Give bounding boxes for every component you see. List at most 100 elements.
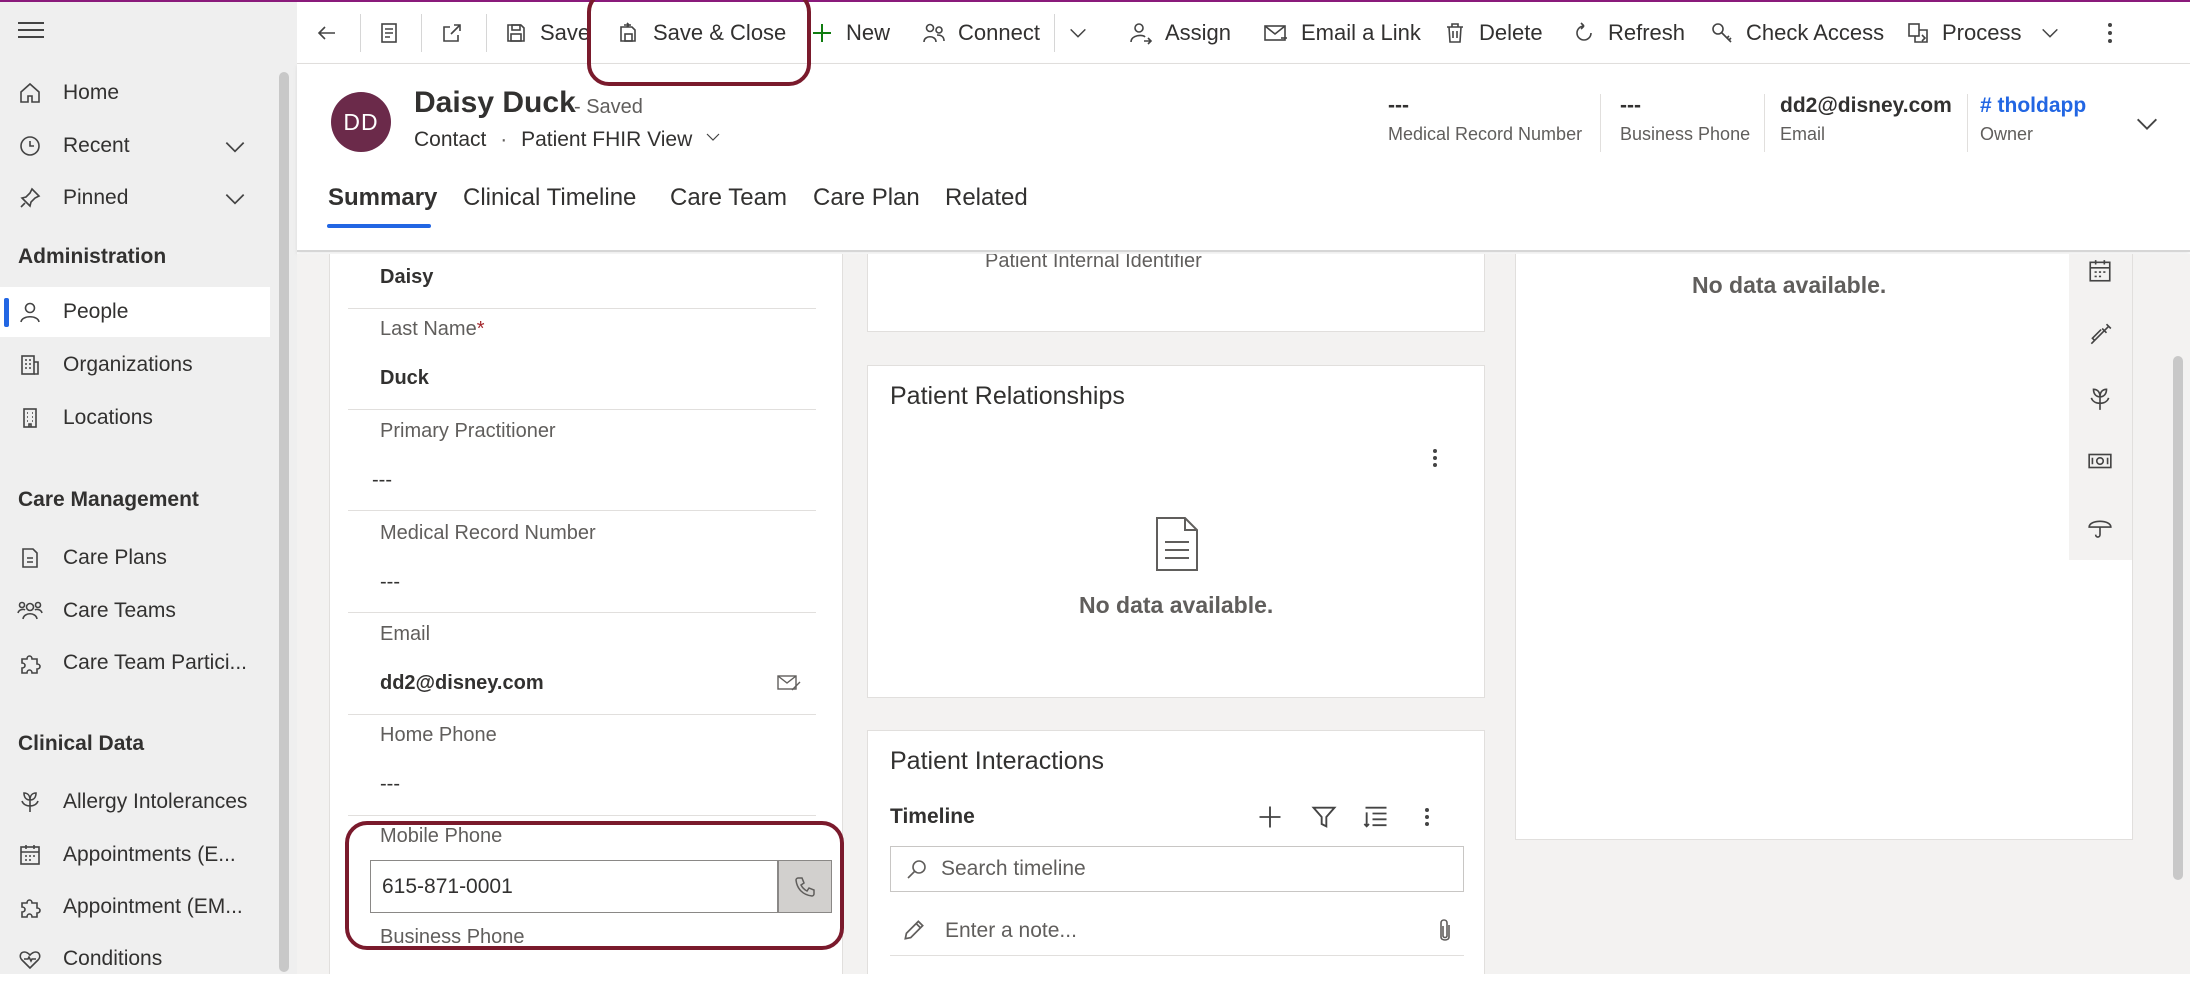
last-name-label: Last Name* (380, 318, 485, 340)
back-button[interactable] (315, 2, 351, 64)
form-selector[interactable]: Patient FHIR View (521, 128, 722, 151)
sidebar-item-care-plans[interactable]: Care Plans (0, 533, 270, 583)
connect-dropdown-button[interactable] (1067, 2, 1101, 64)
sidebar-item-people[interactable]: People (0, 287, 270, 337)
building-icon (16, 404, 44, 432)
umbrella-icon[interactable] (2087, 514, 2113, 545)
assign-button[interactable]: Assign (1129, 2, 1231, 64)
last-name-value[interactable]: Duck (380, 367, 429, 390)
delete-label: Delete (1479, 20, 1543, 45)
sidebar-item-conditions[interactable]: Conditions (0, 934, 270, 984)
hamburger-menu-icon[interactable] (18, 22, 44, 42)
email-icon (1264, 25, 1287, 41)
sidebar-item-care-teams[interactable]: Care Teams (0, 586, 270, 636)
save-status: - Saved (574, 96, 643, 118)
tab-related[interactable]: Related (945, 184, 1028, 212)
money-icon[interactable] (2087, 448, 2113, 479)
right-panel-empty-text: No data available. (1692, 272, 1887, 298)
sidebar-item-label: Home (63, 81, 120, 104)
calendar-icon[interactable] (2087, 258, 2113, 289)
timeline-more-icon[interactable] (1420, 805, 1434, 834)
expand-header-button[interactable] (2133, 110, 2161, 143)
filter-button[interactable] (1310, 803, 1338, 836)
sidebar-item-organizations[interactable]: Organizations (0, 340, 270, 390)
note-input[interactable]: Enter a note... (945, 919, 1077, 943)
sidebar-item-label: People (63, 300, 129, 323)
process-button[interactable]: Process (1906, 2, 2073, 64)
tab-care-team[interactable]: Care Team (670, 184, 787, 212)
sidebar-scrollbar[interactable] (279, 72, 289, 972)
check-access-button[interactable]: Check Access (1710, 2, 1884, 64)
sidebar: Home Recent Pinned Administration People… (0, 2, 297, 974)
plant-icon (16, 788, 44, 816)
right-panel-card: No data available. (1515, 254, 2133, 840)
open-new-window-button[interactable] (440, 2, 476, 64)
add-timeline-button[interactable] (1256, 803, 1284, 836)
connect-people-icon (923, 23, 945, 43)
entity-name: Contact (414, 128, 487, 151)
email-value[interactable]: dd2@disney.com (380, 672, 544, 695)
sidebar-item-care-team-participants[interactable]: Care Team Partici... (0, 638, 270, 688)
more-commands-button[interactable] (2098, 2, 2134, 64)
first-name-value[interactable]: Daisy (380, 266, 433, 289)
patient-interactions-card: Patient Interactions Timeline Search tim… (867, 730, 1485, 974)
tab-summary[interactable]: Summary (328, 184, 437, 212)
command-bar: Save Save & Close New Connect Assign Ema… (297, 2, 2190, 64)
form-icon (381, 23, 397, 43)
chevron-down-icon (2042, 28, 2059, 38)
chevron-down-icon[interactable] (222, 134, 248, 166)
mrn-value[interactable]: --- (380, 571, 400, 594)
attachment-icon[interactable] (1434, 917, 1456, 950)
record-type-line: Contact · Patient FHIR View (414, 128, 722, 152)
form-view-button[interactable] (377, 2, 413, 64)
home-phone-label: Home Phone (380, 724, 497, 746)
syringe-icon[interactable] (2087, 322, 2113, 353)
internal-identifier-card: Patient Internal Identifier (867, 254, 1485, 332)
sidebar-item-label: Conditions (63, 947, 163, 970)
owner-link[interactable]: # tholdapp (1980, 94, 2086, 118)
chevron-down-icon[interactable] (222, 186, 248, 218)
patient-relationships-card: Patient Relationships No data available. (867, 365, 1485, 698)
home-icon (16, 79, 44, 107)
home-phone-value[interactable]: --- (380, 773, 400, 796)
send-email-icon[interactable] (776, 672, 802, 699)
sidebar-item-appointment-emr[interactable]: Appointment (EM... (0, 882, 270, 932)
plant-icon[interactable] (2087, 386, 2113, 417)
search-timeline-input[interactable]: Search timeline (890, 846, 1464, 892)
sidebar-item-home[interactable]: Home (0, 68, 270, 118)
save-button[interactable]: Save (504, 2, 590, 64)
email-link-button[interactable]: Email a Link (1263, 2, 1421, 64)
email-label: Email (380, 623, 431, 645)
refresh-label: Refresh (1608, 20, 1686, 45)
search-icon (907, 860, 926, 879)
relationships-empty-text: No data available. (1079, 592, 1274, 618)
sidebar-item-recent[interactable]: Recent (0, 121, 270, 171)
section-administration: Administration (18, 245, 167, 268)
sidebar-item-label: Care Plans (63, 546, 167, 569)
sidebar-item-appointments-emr[interactable]: Appointments (E... (0, 830, 270, 880)
team-icon (16, 597, 44, 625)
assign-person-icon (1130, 23, 1153, 45)
refresh-icon (1576, 22, 1592, 41)
content-scrollbar[interactable] (2173, 356, 2183, 880)
new-button[interactable]: New (810, 2, 890, 64)
header-field-owner: # tholdapp Owner (1980, 94, 2087, 144)
refresh-button[interactable]: Refresh (1572, 2, 1685, 64)
more-options-icon[interactable] (1428, 446, 1442, 475)
sort-button[interactable] (1362, 803, 1390, 836)
tab-care-plan[interactable]: Care Plan (813, 184, 920, 212)
puzzle-icon (16, 649, 44, 677)
heart-pulse-icon (16, 945, 44, 973)
relationships-title: Patient Relationships (890, 382, 1125, 410)
delete-button[interactable]: Delete (1443, 2, 1543, 64)
pin-icon (16, 184, 44, 212)
sidebar-item-allergy-intolerances[interactable]: Allergy Intolerances (0, 777, 270, 827)
filter-icon (1311, 806, 1337, 828)
connect-button[interactable]: Connect (922, 2, 1040, 64)
sidebar-item-pinned[interactable]: Pinned (0, 173, 270, 223)
email-link-label: Email a Link (1301, 20, 1421, 45)
tab-clinical-timeline[interactable]: Clinical Timeline (463, 184, 636, 212)
puzzle-icon (16, 893, 44, 921)
primary-practitioner-value[interactable]: --- (372, 469, 392, 492)
sidebar-item-locations[interactable]: Locations (0, 393, 270, 443)
